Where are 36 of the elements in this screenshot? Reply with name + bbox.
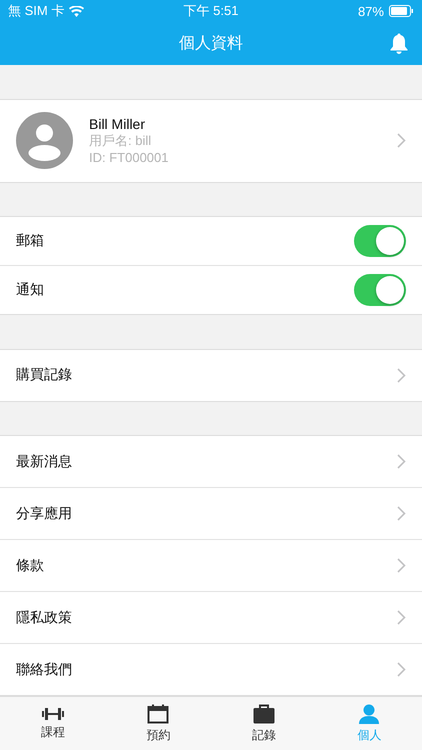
profile-row[interactable]: Bill Miller 用戶名: bill ID: FT000001 <box>0 100 422 182</box>
carrier-label: 無 SIM 卡 <box>8 2 64 20</box>
calendar-icon <box>147 704 170 724</box>
menu-item[interactable]: 聯絡我們 <box>0 643 422 696</box>
person-icon <box>358 704 380 724</box>
menu-item[interactable]: 購買記錄 <box>0 350 422 401</box>
menu-item[interactable]: 最新消息 <box>0 436 422 488</box>
wifi-icon <box>69 6 84 16</box>
bell-icon[interactable] <box>390 33 408 54</box>
chevron-icon <box>397 610 406 626</box>
chevron-icon <box>397 133 406 148</box>
chevron-icon <box>397 506 406 522</box>
user-id: ID: FT000001 <box>89 150 170 166</box>
menu-item[interactable]: 條款 <box>0 539 422 592</box>
chevron-icon <box>397 454 406 470</box>
chevron-icon <box>397 558 406 574</box>
tab-item[interactable]: 課程 <box>0 697 106 750</box>
status-time: 下午 5:51 <box>184 2 238 20</box>
tab-item[interactable]: 記錄 <box>211 697 316 750</box>
setting-label: 郵箱 <box>16 232 44 250</box>
toggle-switch[interactable] <box>354 225 406 258</box>
page-title: 個人資料 <box>179 34 243 54</box>
chevron-icon <box>397 662 406 678</box>
avatar-icon <box>16 112 73 170</box>
tab-item[interactable]: 預約 <box>106 697 211 750</box>
toggle-switch[interactable] <box>354 274 406 306</box>
menu-item[interactable]: 分享應用 <box>0 487 422 540</box>
battery-percent: 87% <box>358 4 384 18</box>
battery-icon <box>388 5 414 17</box>
dumbbell-icon <box>40 706 65 721</box>
chevron-icon <box>397 368 406 383</box>
user-name: Bill Miller <box>89 116 146 132</box>
username-text: 用戶名: bill <box>89 132 152 150</box>
menu-item[interactable]: 隱私政策 <box>0 591 422 644</box>
briefcase-icon <box>252 704 275 724</box>
setting-label: 通知 <box>16 281 44 300</box>
